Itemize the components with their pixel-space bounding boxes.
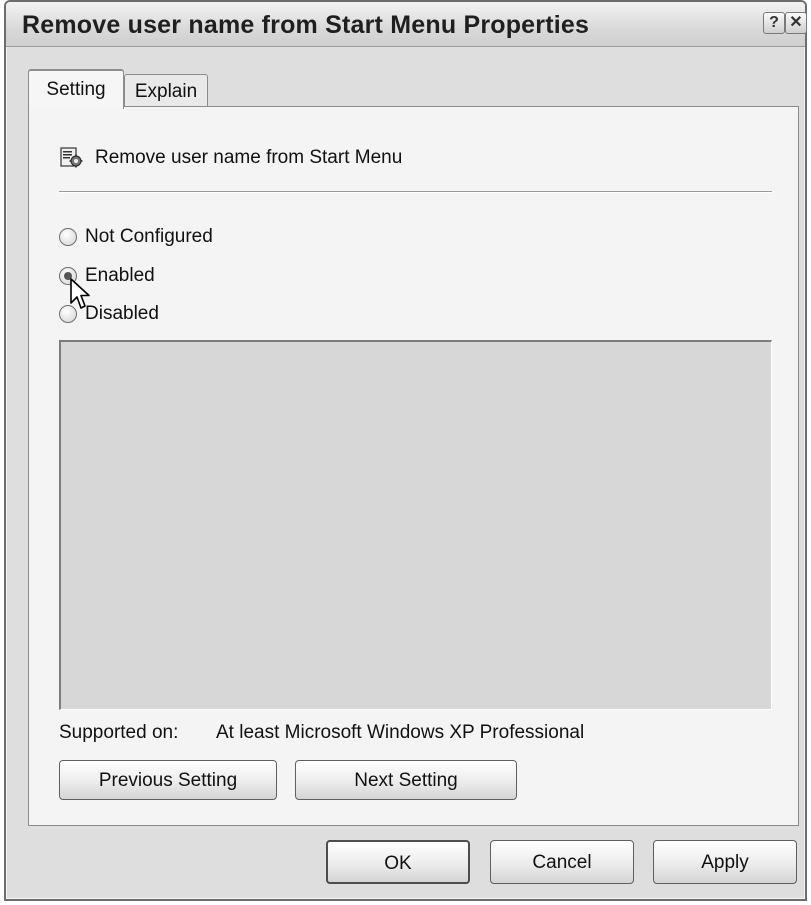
radio-label: Disabled <box>85 303 159 324</box>
cancel-button[interactable]: Cancel <box>490 840 634 884</box>
properties-dialog: Remove user name from Start Menu Propert… <box>4 0 807 901</box>
policy-name: Remove user name from Start Menu <box>95 147 403 168</box>
supported-on-label: Supported on: <box>59 722 179 743</box>
setting-panel: Remove user name from Start Menu Not Con… <box>28 106 799 826</box>
mouse-pointer-icon <box>70 278 90 309</box>
radio-button[interactable] <box>59 228 77 246</box>
window-title: Remove user name from Start Menu Propert… <box>22 11 590 39</box>
apply-button[interactable]: Apply <box>653 840 797 884</box>
title-bar[interactable]: Remove user name from Start Menu Propert… <box>6 2 807 47</box>
tab-setting[interactable]: Setting <box>28 69 124 109</box>
ok-button[interactable]: OK <box>326 840 470 884</box>
separator <box>59 191 772 193</box>
next-setting-button[interactable]: Next Setting <box>295 760 517 800</box>
previous-setting-button[interactable]: Previous Setting <box>59 760 277 800</box>
policy-settings-icon <box>60 147 83 168</box>
tab-explain[interactable]: Explain <box>124 74 208 107</box>
supported-on-value: At least Microsoft Windows XP Profession… <box>216 722 585 743</box>
help-button[interactable]: ? <box>763 12 785 34</box>
description-area <box>59 340 772 710</box>
radio-label: Enabled <box>85 265 155 286</box>
close-button[interactable]: ✕ <box>785 12 807 34</box>
radio-label: Not Configured <box>85 226 213 247</box>
